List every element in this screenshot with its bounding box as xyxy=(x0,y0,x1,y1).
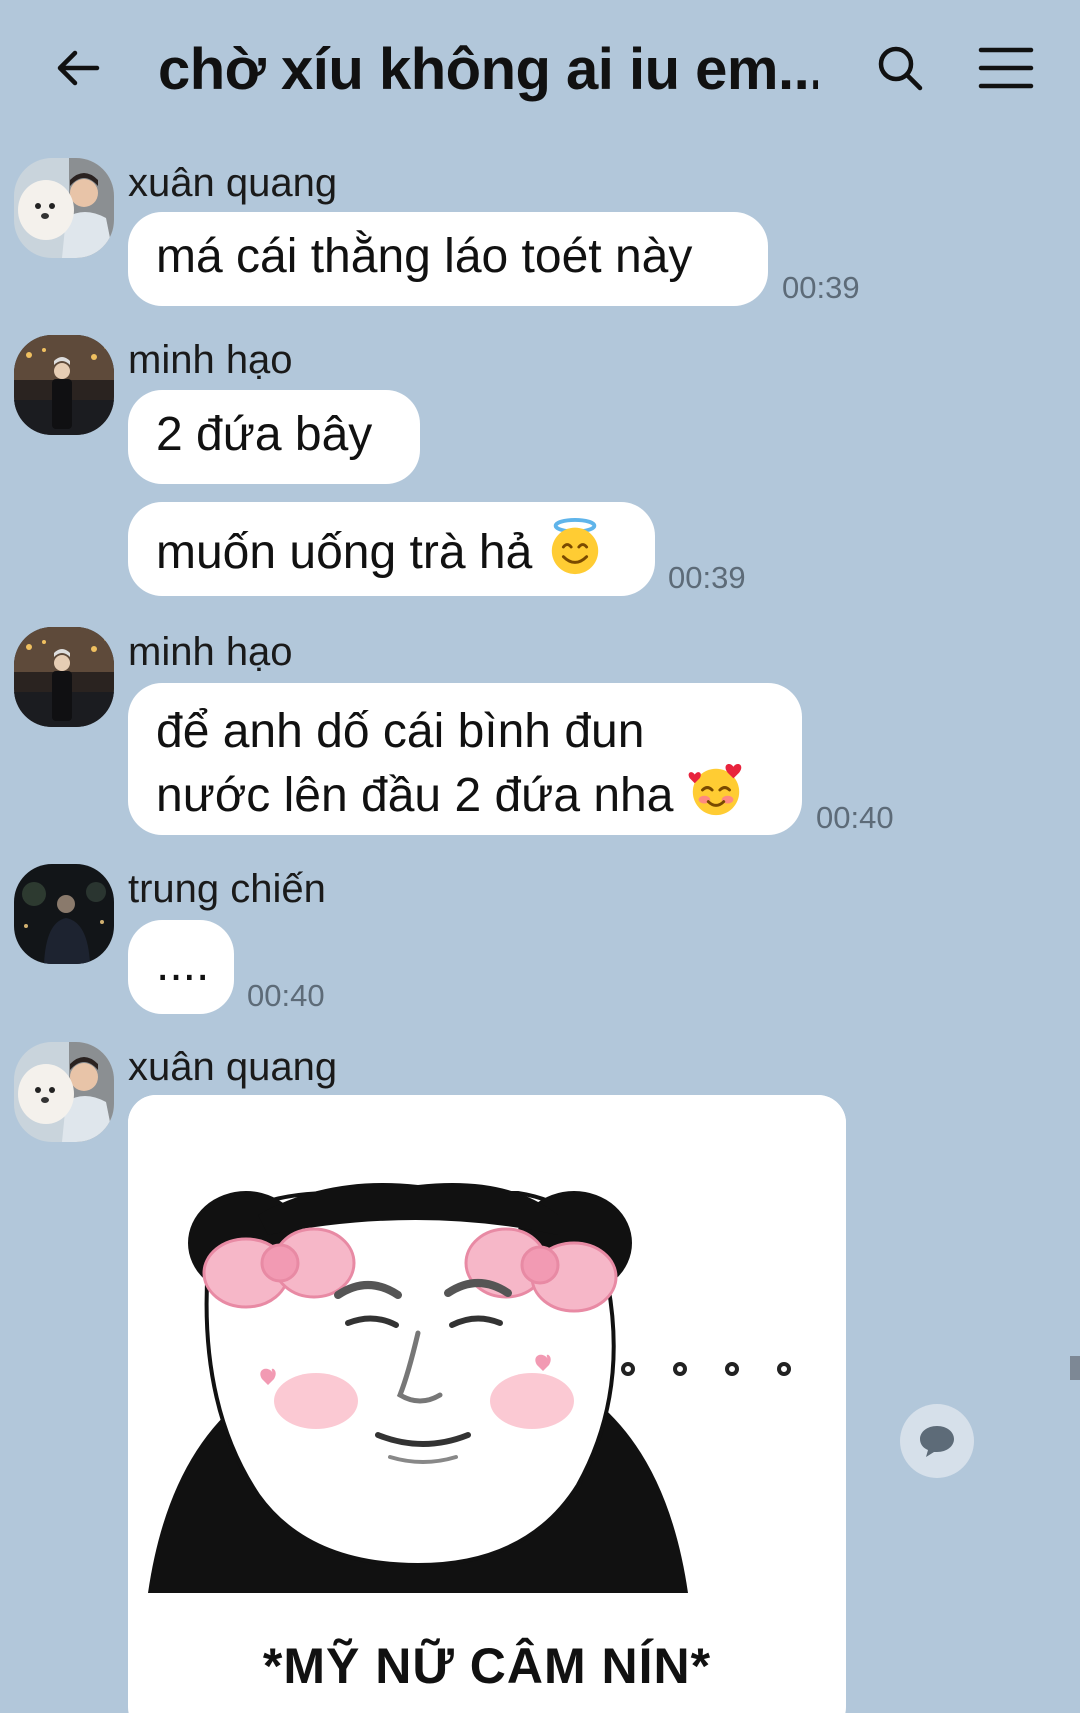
search-icon xyxy=(878,46,923,91)
avatar-image xyxy=(14,864,114,964)
avatar-image xyxy=(14,335,114,435)
message-text-line: để anh dố cái bình đun xyxy=(156,705,645,758)
sender-name: trung chiến xyxy=(128,867,326,911)
avatar-minh-hao[interactable] xyxy=(14,335,114,435)
reply-button[interactable] xyxy=(900,1404,974,1478)
message-time: 00:39 xyxy=(668,560,746,595)
message-bubble[interactable]: để anh dố cái bình đun nước lên đầu 2 đứ… xyxy=(128,683,802,835)
sender-name: xuân quang xyxy=(128,1045,338,1089)
message-text-line: nước lên đầu 2 đứa nha xyxy=(156,761,774,825)
message-bubble[interactable]: .... xyxy=(128,920,234,1014)
arrow-left-icon xyxy=(57,50,100,86)
avatar-image xyxy=(14,627,114,727)
avatar-image xyxy=(14,1042,114,1142)
avatar-xuan-quang[interactable] xyxy=(14,158,114,258)
message-time: 00:39 xyxy=(782,270,860,305)
message-text: muốn uống trà hả xyxy=(156,526,533,579)
avatar-image xyxy=(14,158,114,258)
message-time: 00:40 xyxy=(816,800,894,835)
scrollbar-thumb[interactable] xyxy=(1070,1356,1080,1380)
message-time: 00:40 xyxy=(247,978,325,1013)
sender-name: minh hạo xyxy=(128,630,293,674)
sticker-message[interactable]: *MỸ NỮ CÂM NÍN* xyxy=(128,1095,846,1713)
smiling-face-with-hearts-emoji xyxy=(688,764,742,816)
panda-meme-sticker xyxy=(128,1095,846,1635)
chat-header: chờ xíu không ai iu em... xyxy=(0,0,1080,140)
sender-name: minh hạo xyxy=(128,338,293,382)
hamburger-menu-icon xyxy=(978,47,1034,89)
sender-name: xuân quang xyxy=(128,161,338,205)
avatar-minh-hao[interactable] xyxy=(14,627,114,727)
message-bubble[interactable]: má cái thằng láo toét này xyxy=(128,212,768,306)
speech-bubble-icon xyxy=(920,1426,954,1457)
avatar-trung-chien[interactable] xyxy=(14,864,114,964)
message-bubble[interactable]: muốn uống trà hả xyxy=(128,502,655,596)
back-button[interactable] xyxy=(40,30,116,106)
search-button[interactable] xyxy=(862,30,938,106)
avatar-xuan-quang[interactable] xyxy=(14,1042,114,1142)
message-bubble[interactable]: 2 đứa bây xyxy=(128,390,420,484)
menu-button[interactable] xyxy=(968,30,1044,106)
chat-title: chờ xíu không ai iu em... xyxy=(158,37,818,102)
sticker-caption: *MỸ NỮ CÂM NÍN* xyxy=(262,1638,712,1694)
halo-smile-emoji xyxy=(551,518,598,575)
